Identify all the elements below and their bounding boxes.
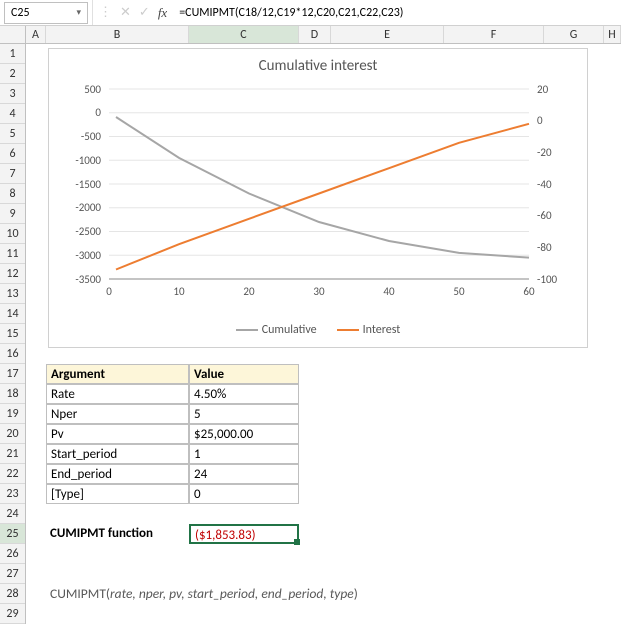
col-header-A[interactable]: A xyxy=(26,26,46,43)
row-header[interactable]: 9 xyxy=(0,204,25,224)
cell-val[interactable]: 5 xyxy=(189,404,299,424)
row-header[interactable]: 20 xyxy=(0,424,25,444)
cell-val[interactable]: 0 xyxy=(189,484,299,504)
cell-arg[interactable]: Start_period xyxy=(46,444,189,464)
formula-bar: C25 ▾ ⋮ ✕ ✓ fx =CUMIPMT(C18/12,C19*12,C2… xyxy=(0,0,621,26)
row-header[interactable]: 24 xyxy=(0,504,25,524)
row-header[interactable]: 16 xyxy=(0,344,25,364)
col-header-B[interactable]: B xyxy=(46,26,189,43)
cell-grid[interactable]: Cumulative interest 500 0 xyxy=(26,44,621,624)
row-header[interactable]: 4 xyxy=(0,104,25,124)
row-header[interactable]: 15 xyxy=(0,324,25,344)
cancel-icon[interactable]: ✕ xyxy=(120,5,131,20)
cell-val[interactable]: 1 xyxy=(189,444,299,464)
row-header[interactable]: 7 xyxy=(0,164,25,184)
row-header[interactable]: 19 xyxy=(0,404,25,424)
table-header-value[interactable]: Value xyxy=(189,364,299,384)
col-header-D[interactable]: D xyxy=(299,26,331,43)
col-header-C[interactable]: C xyxy=(189,26,299,43)
row-header[interactable]: 12 xyxy=(0,264,25,284)
enter-icon[interactable]: ✓ xyxy=(139,5,150,20)
row-header[interactable]: 1 xyxy=(0,44,25,64)
cell-arg[interactable]: Rate xyxy=(46,384,189,404)
cell-arg[interactable]: [Type] xyxy=(46,484,189,504)
cell-val[interactable]: 24 xyxy=(189,464,299,484)
result-label[interactable]: CUMIPMT function xyxy=(46,524,189,544)
select-all-corner[interactable] xyxy=(0,26,26,43)
row-header[interactable]: 25 xyxy=(0,524,25,544)
row-header[interactable]: 18 xyxy=(0,384,25,404)
syntax-text[interactable]: CUMIPMT(rate, nper, pv, start_period, en… xyxy=(46,584,546,604)
col-header-F[interactable]: F xyxy=(444,26,544,43)
col-header-E[interactable]: E xyxy=(331,26,444,43)
col-header-G[interactable]: G xyxy=(544,26,604,43)
row-header[interactable]: 11 xyxy=(0,244,25,264)
cell-val[interactable]: 4.50% xyxy=(189,384,299,404)
result-value: ($1,853.83) xyxy=(195,528,256,543)
cell-arg[interactable]: Pv xyxy=(46,424,189,444)
formula-input[interactable]: =CUMIPMT(C18/12,C19*12,C20,C21,C22,C23) xyxy=(173,6,621,20)
name-box-value: C25 xyxy=(11,6,30,20)
row-header[interactable]: 8 xyxy=(0,184,25,204)
table-header-argument[interactable]: Argument xyxy=(46,364,189,384)
chevron-down-icon[interactable]: ▾ xyxy=(76,7,81,18)
row-header[interactable]: 10 xyxy=(0,224,25,244)
row-header[interactable]: 17 xyxy=(0,364,25,384)
row-header[interactable]: 29 xyxy=(0,604,25,624)
name-box[interactable]: C25 ▾ xyxy=(4,2,88,24)
row-header[interactable]: 5 xyxy=(0,124,25,144)
cell-arg[interactable]: Nper xyxy=(46,404,189,424)
row-header[interactable]: 28 xyxy=(0,584,25,604)
row-header[interactable]: 6 xyxy=(0,144,25,164)
fx-icon[interactable]: fx xyxy=(158,5,167,21)
row-header[interactable]: 21 xyxy=(0,444,25,464)
row-header[interactable]: 23 xyxy=(0,484,25,504)
row-header[interactable]: 14 xyxy=(0,304,25,324)
cell-val[interactable]: $25,000.00 xyxy=(189,424,299,444)
row-header[interactable]: 22 xyxy=(0,464,25,484)
cell-arg[interactable]: End_period xyxy=(46,464,189,484)
selected-cell[interactable]: ($1,853.83) xyxy=(189,524,299,544)
row-header[interactable]: 26 xyxy=(0,544,25,564)
row-header[interactable]: 13 xyxy=(0,284,25,304)
row-headers: 1 2 3 4 5 6 7 8 9 10 11 12 13 14 15 16 1… xyxy=(0,44,26,624)
col-header-H[interactable]: H xyxy=(604,26,621,43)
row-header[interactable]: 27 xyxy=(0,564,25,584)
row-header[interactable]: 2 xyxy=(0,64,25,84)
row-header[interactable]: 3 xyxy=(0,84,25,104)
formula-controls: ⋮ ✕ ✓ fx xyxy=(92,0,173,25)
column-headers: A B C D E F G H xyxy=(0,26,621,44)
